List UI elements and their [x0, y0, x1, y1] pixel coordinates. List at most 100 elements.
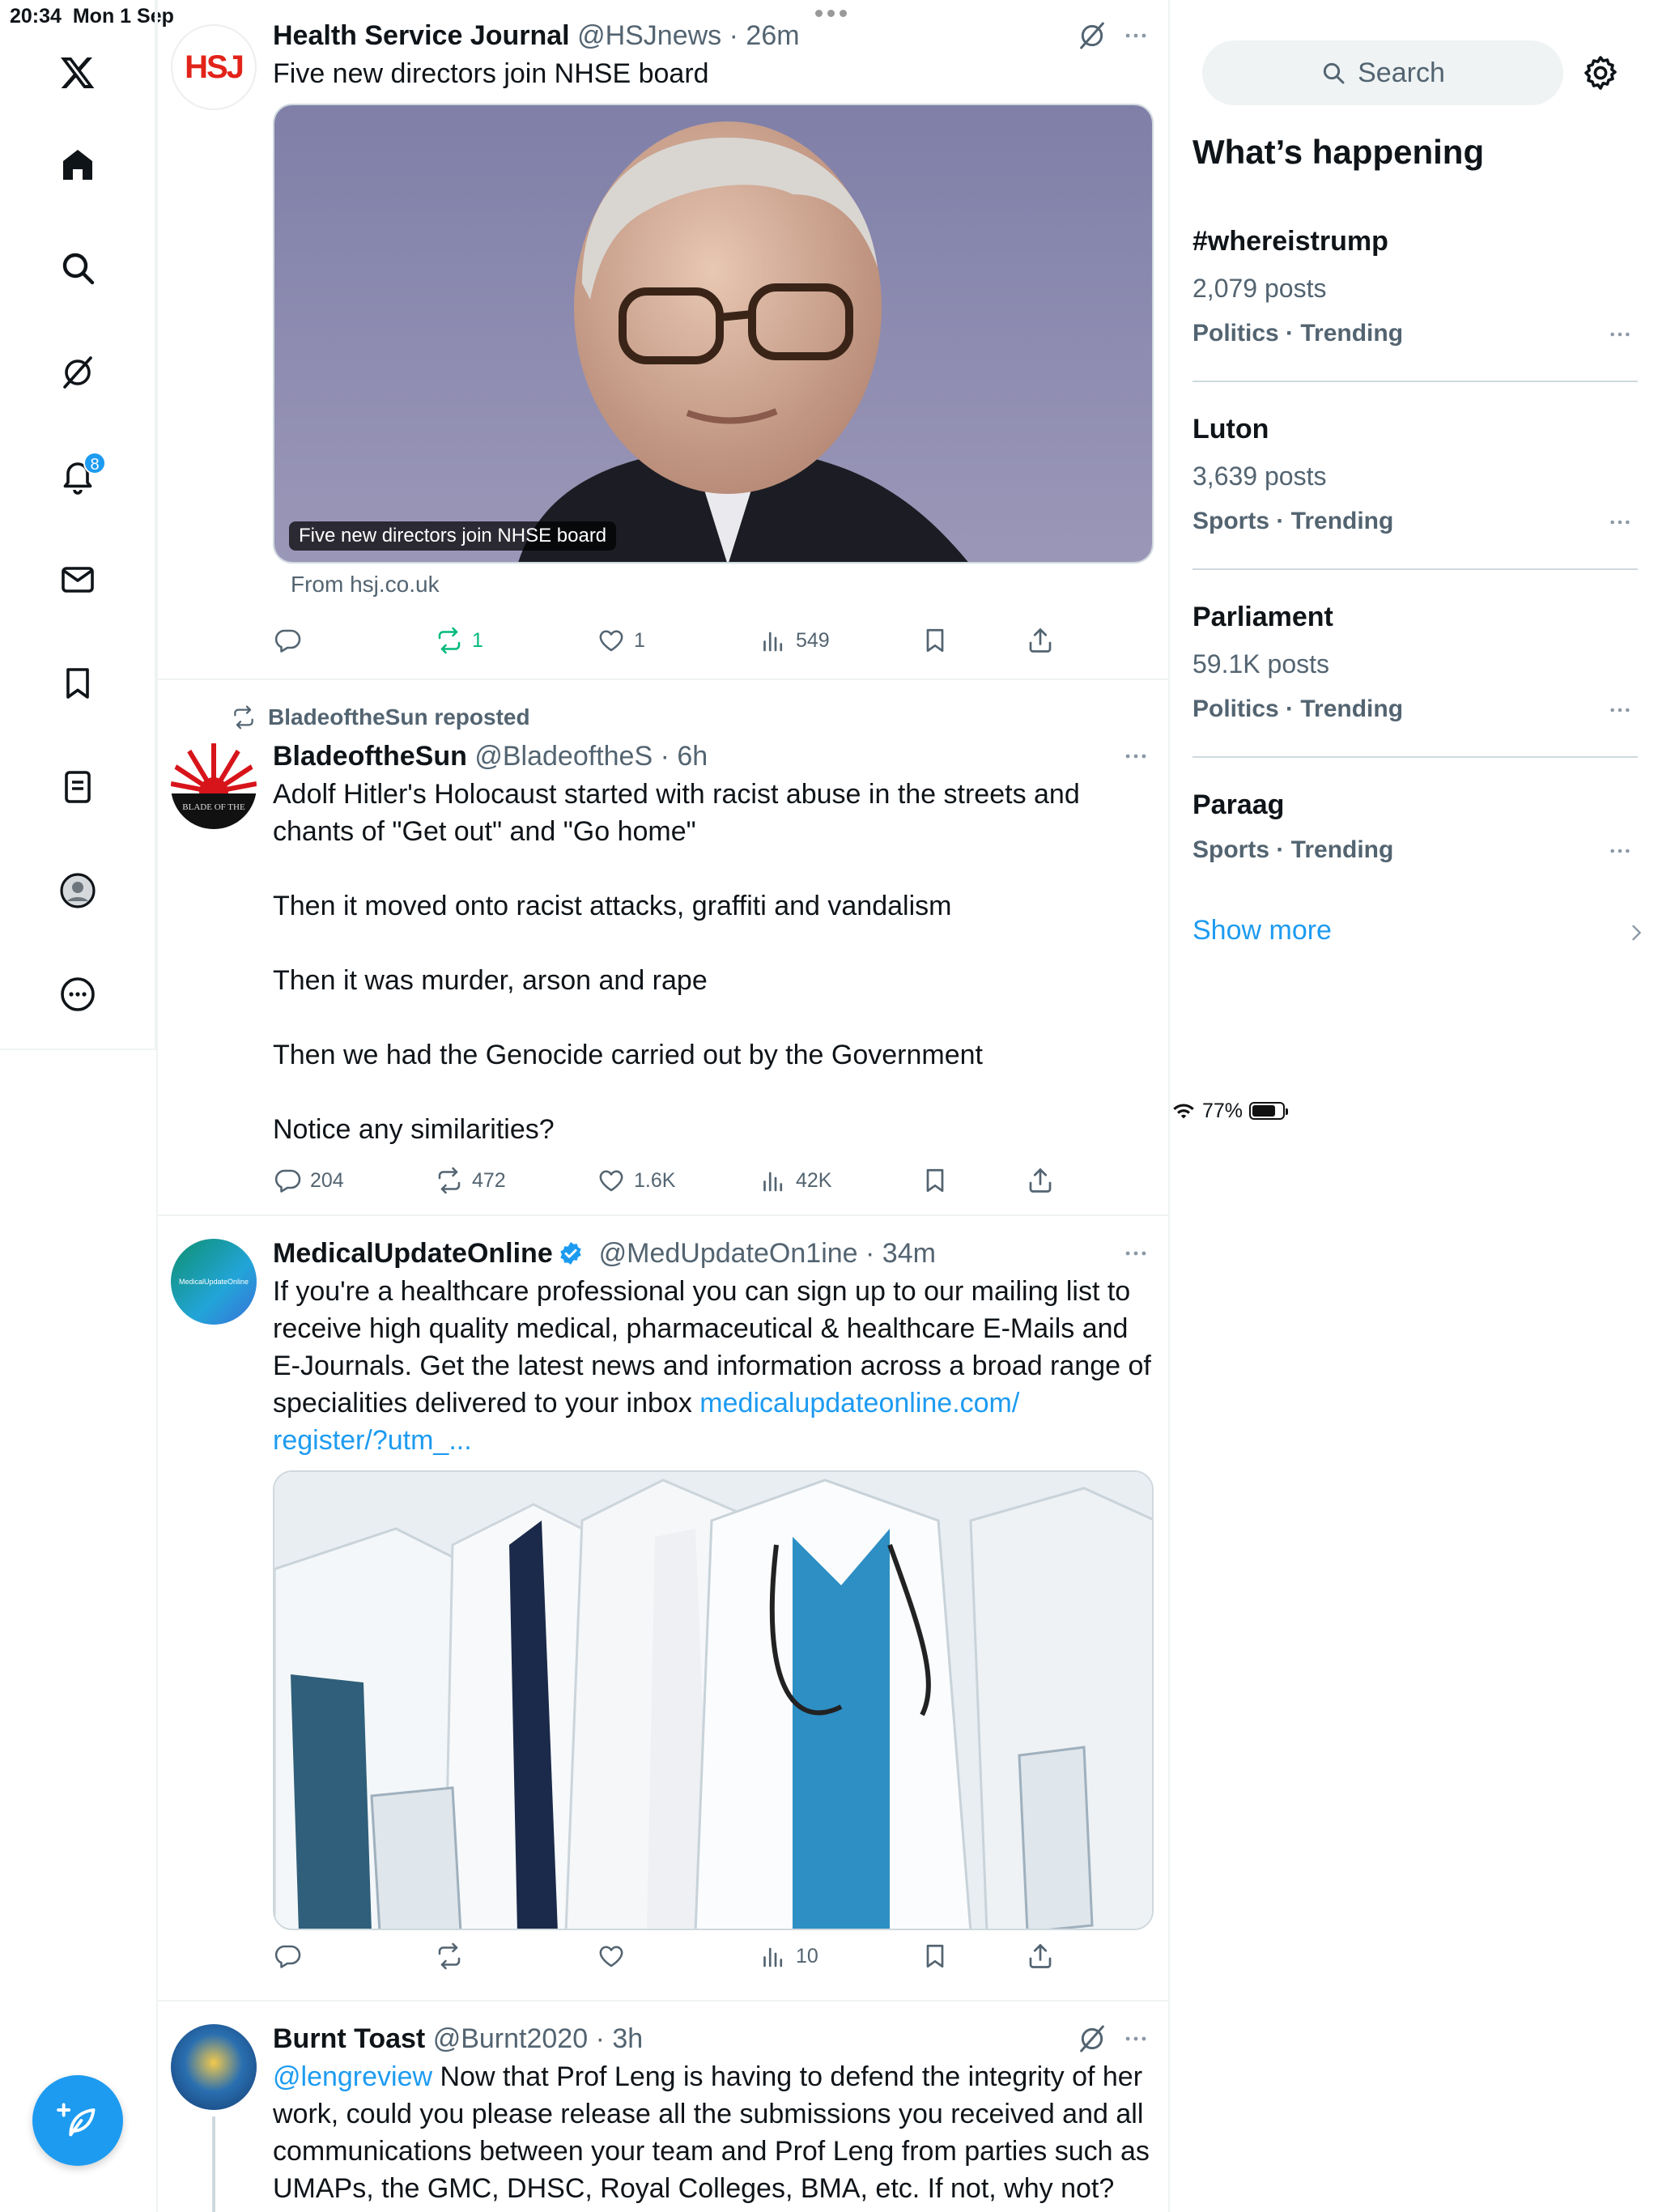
trend-item[interactable]: Parliament 59.1K posts Politics · Trendi…: [1192, 599, 1638, 725]
lists-icon[interactable]: [45, 755, 110, 819]
share-button[interactable]: [1026, 1163, 1055, 1198]
author-handle[interactable]: @Burnt2020 · 3h: [433, 2023, 643, 2054]
views-button[interactable]: 549: [759, 623, 830, 658]
tweet-time: 34m: [882, 1238, 936, 1269]
mention-link[interactable]: @lengreview: [273, 2061, 432, 2092]
bookmark-button[interactable]: [920, 1938, 950, 1974]
trend-meta: Sports · Trending: [1192, 836, 1394, 863]
notifications-bell-icon[interactable]: 8: [45, 444, 110, 508]
doctors-photo: [274, 1472, 1152, 1929]
reply-button[interactable]: 204: [273, 1163, 344, 1198]
tweet-more-icon[interactable]: [1118, 1236, 1154, 1271]
tweet-text: @lengreview Now that Prof Leng is having…: [273, 2061, 1158, 2204]
author-name[interactable]: BladeoftheSun: [273, 741, 467, 772]
reply-button[interactable]: [273, 1938, 310, 1974]
explore-search-icon[interactable]: [45, 236, 110, 300]
search-input[interactable]: Search: [1202, 40, 1563, 105]
reply-button[interactable]: [273, 623, 310, 658]
like-button[interactable]: [597, 1938, 634, 1974]
show-more-link[interactable]: Show more: [1192, 915, 1332, 946]
reply-icon: [273, 626, 302, 655]
more-circle-icon[interactable]: [45, 962, 110, 1027]
verified-icon: [560, 1242, 581, 1265]
author-name[interactable]: Burnt Toast: [273, 2023, 425, 2054]
like-icon: [597, 1942, 626, 1971]
tweet-more-icon[interactable]: [1118, 18, 1154, 53]
author-handle[interactable]: @HSJnews · 26m: [577, 20, 799, 51]
trend-item[interactable]: Luton 3,639 posts Sports · Trending: [1192, 411, 1638, 538]
search-placeholder: Search: [1358, 57, 1445, 88]
tweet-text: If you're a healthcare professional you …: [273, 1276, 1159, 1456]
tweet-header: Health Service Journal @HSJnews · 26m: [273, 18, 1154, 53]
repost-button[interactable]: 1: [435, 623, 483, 658]
tweet-header: BladeoftheSun @BladeoftheS · 6h: [273, 738, 1154, 774]
profile-icon[interactable]: [45, 858, 110, 923]
share-button[interactable]: [1026, 1938, 1055, 1974]
tweet-body: Burnt Toast @Burnt2020 · 3h @lengreview …: [273, 2021, 1154, 2207]
trend-meta: Sports · Trending: [1192, 508, 1394, 534]
views-icon: [759, 1166, 788, 1195]
hsj-logo-text: HSJ: [185, 49, 244, 85]
compose-button[interactable]: [32, 2075, 123, 2166]
tweet-burnttoast[interactable]: Burnt Toast @Burnt2020 · 3h @lengreview …: [158, 2003, 1168, 2212]
messages-mail-icon[interactable]: [45, 547, 110, 612]
repost-button[interactable]: [435, 1938, 472, 1974]
repost-icon: [435, 626, 464, 655]
like-button[interactable]: 1: [597, 623, 645, 658]
home-icon[interactable]: [45, 133, 110, 198]
chevron-right-icon: [1632, 925, 1641, 941]
repost-indicator-icon: [231, 704, 257, 730]
trend-item[interactable]: Paraag Sports · Trending: [1192, 787, 1638, 866]
views-button[interactable]: 10: [759, 1938, 818, 1974]
tweet-more-icon[interactable]: [1118, 738, 1154, 774]
tweet-body: BladeoftheSun @BladeoftheS · 6h Adolf Hi…: [273, 738, 1154, 1148]
tweet-photo[interactable]: [273, 1470, 1154, 1930]
notifications-badge: 8: [83, 452, 106, 474]
avatar-bladeofthesun[interactable]: BLADE OF THE: [171, 743, 257, 829]
trend-count: 2,079 posts: [1192, 274, 1327, 303]
x-logo-icon[interactable]: [45, 40, 110, 105]
trend-more-icon[interactable]: [1602, 322, 1638, 347]
repost-indicator[interactable]: BladeoftheSun reposted: [231, 704, 530, 730]
tweet-time: 3h: [612, 2023, 644, 2054]
avatar-text: MedicalUpdateOnline: [178, 1278, 249, 1286]
link-card-image[interactable]: Five new directors join NHSE board: [273, 104, 1154, 564]
grok-explain-icon[interactable]: [1076, 19, 1108, 52]
repost-button[interactable]: 472: [435, 1163, 506, 1198]
views-button[interactable]: 42K: [759, 1163, 831, 1198]
tweet-time: 26m: [746, 20, 800, 51]
trend-item[interactable]: #whereistrump 2,079 posts Politics · Tre…: [1192, 223, 1638, 350]
tweet-bladeofthesun[interactable]: BladeoftheSun reposted BLADE OF THE Blad…: [158, 682, 1168, 1216]
bookmark-button[interactable]: [920, 623, 950, 658]
link-source[interactable]: From hsj.co.uk: [273, 572, 1154, 598]
avatar-burnttoast[interactable]: [171, 2024, 257, 2110]
author-handle[interactable]: @BladeoftheS · 6h: [474, 741, 708, 772]
tweet-actions: 10: [273, 1938, 1082, 1974]
bookmarks-icon[interactable]: [45, 651, 110, 716]
whats-happening-title: What’s happening: [1192, 133, 1485, 171]
avatar-medicalupdateonline[interactable]: MedicalUpdateOnline: [171, 1239, 257, 1325]
tweet-more-icon[interactable]: [1118, 2021, 1154, 2057]
tweet-header: MedicalUpdateOnline @MedUpdateOn1ine · 3…: [273, 1236, 1154, 1271]
share-button[interactable]: [1026, 623, 1055, 658]
trend-more-icon[interactable]: [1602, 510, 1638, 534]
bookmark-icon: [920, 626, 950, 655]
right-sidebar: Search What’s happening #whereistrump 2,…: [1171, 0, 1658, 2212]
trend-more-icon[interactable]: [1602, 839, 1638, 863]
tweet-time: 6h: [677, 741, 708, 772]
tweet-actions: 204 472 1.6K 42K: [273, 1163, 1082, 1198]
grok-explain-icon[interactable]: [1076, 2023, 1108, 2055]
like-button[interactable]: 1.6K: [597, 1163, 675, 1198]
tweet-medicalupdateonline[interactable]: MedicalUpdateOnline MedicalUpdateOnline …: [158, 1218, 1168, 2001]
trend-more-icon[interactable]: [1602, 698, 1638, 722]
bookmark-button[interactable]: [920, 1163, 950, 1198]
settings-gear-icon[interactable]: [1581, 53, 1620, 92]
trend-divider: [1192, 756, 1638, 758]
author-handle[interactable]: @MedUpdateOn1ine · 34m: [591, 1238, 936, 1269]
author-name[interactable]: Health Service Journal: [273, 20, 570, 51]
tweet-hsj[interactable]: HSJ Health Service Journal @HSJnews · 26…: [158, 0, 1168, 680]
author-name[interactable]: MedicalUpdateOnline: [273, 1238, 553, 1269]
grok-icon[interactable]: [45, 340, 110, 405]
tweet-text: Adolf Hitler's Holocaust started with ra…: [273, 779, 1080, 1145]
avatar-hsj[interactable]: HSJ: [171, 24, 257, 110]
